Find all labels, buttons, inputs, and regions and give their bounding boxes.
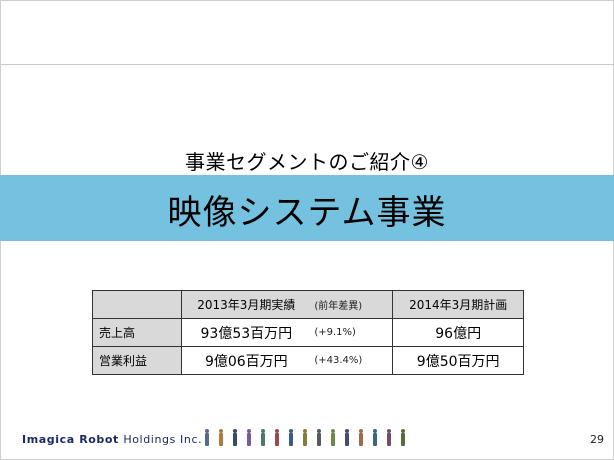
person-figures	[205, 429, 405, 446]
logo-rest-text: Holdings Inc.	[123, 433, 203, 446]
page-number: 29	[590, 433, 604, 446]
header-actual-label: 2013年3月期実績	[197, 298, 296, 312]
plan-value: 9億50百万円	[392, 346, 524, 375]
diff-value: (+9.1%)	[314, 327, 356, 338]
table-row: 売上高 93億53百万円 (+9.1%) 96億円	[91, 318, 524, 347]
actual-cell: 93億53百万円 (+9.1%)	[181, 318, 394, 347]
slide-subtitle: 事業セグメントのご紹介④	[185, 150, 429, 174]
row-label: 営業利益	[91, 346, 183, 375]
diff-value: (+43.4%)	[314, 355, 363, 366]
header-actual-cell: 2013年3月期実績 (前年差異)	[181, 290, 394, 319]
row-label: 売上高	[91, 318, 183, 347]
actual-cell: 9億06百万円 (+43.4%)	[181, 346, 394, 375]
company-logo: Imagica Robot Holdings Inc.	[22, 433, 202, 446]
header-plan-label: 2014年3月期計画	[392, 290, 524, 319]
header-divider	[0, 64, 614, 65]
slide-title: 映像システム事業	[167, 193, 447, 233]
table-corner-cell	[91, 290, 183, 319]
header-diff-note: (前年差異)	[314, 301, 363, 312]
logo-bold-text: Imagica Robot	[22, 433, 119, 446]
actual-value: 93億53百万円	[200, 325, 293, 342]
financial-table: 2013年3月期実績 (前年差異) 2014年3月期計画 売上高 93億53百万…	[91, 290, 524, 375]
people-row-icon	[205, 429, 405, 446]
table-header-row: 2013年3月期実績 (前年差異) 2014年3月期計画	[91, 290, 524, 319]
plan-value: 96億円	[392, 318, 524, 347]
table-row: 営業利益 9億06百万円 (+43.4%) 9億50百万円	[91, 346, 524, 375]
actual-value: 9億06百万円	[204, 353, 288, 370]
